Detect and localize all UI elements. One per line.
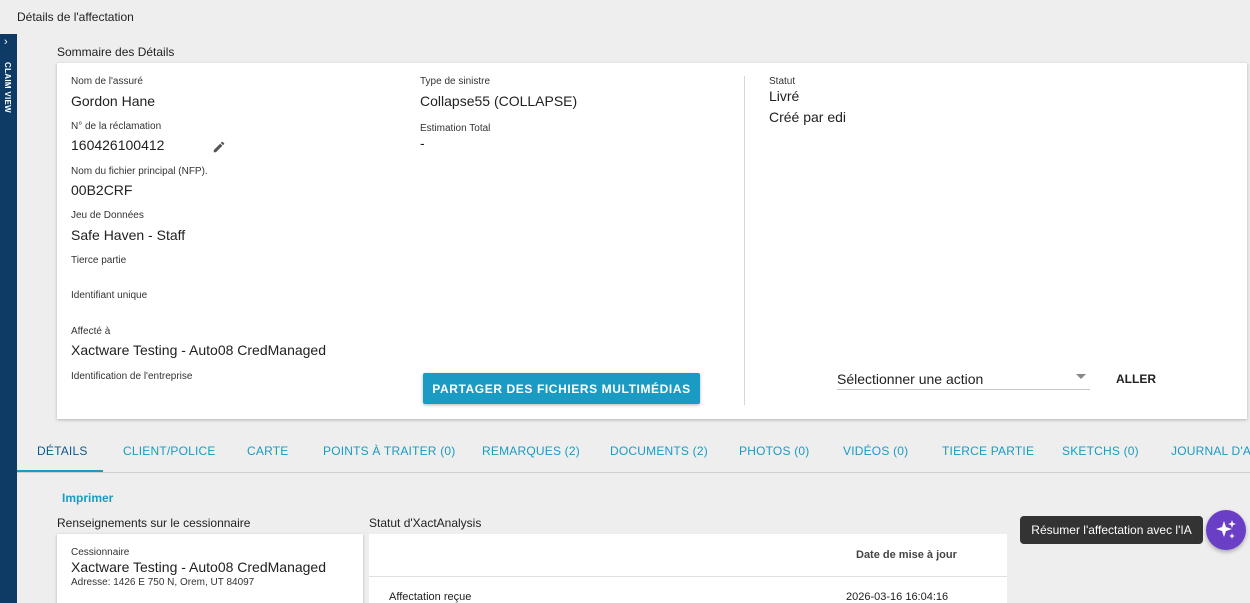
tab-activity-log[interactable]: JOURNAL D'AC [1171, 444, 1250, 458]
created-by-text: Créé par edi [769, 109, 847, 125]
assigned-to-label: Affecté à [71, 326, 111, 337]
summary-title: Sommaire des Détails [57, 45, 175, 59]
page-title: Détails de l'affectation [17, 10, 134, 24]
tab-map[interactable]: CARTE [247, 444, 288, 458]
xact-analysis-title: Statut d'XactAnalysis [369, 516, 482, 530]
assigned-to-value: Xactware Testing - Auto08 CredManaged [71, 342, 327, 358]
tab-details[interactable]: DÉTAILS [37, 444, 88, 458]
share-media-button[interactable]: PARTAGER DES FICHIERS MULTIMÉDIAS [423, 373, 700, 404]
third-party-label: Tierce partie [71, 255, 127, 266]
xact-analysis-table-header: Date de mise à jour [369, 534, 1007, 577]
tab-documents[interactable]: DOCUMENTS (2) [610, 444, 708, 458]
action-select-value: Sélectionner une action [837, 371, 984, 387]
row-date: 2026-03-16 16:04:16 [846, 591, 949, 603]
ai-summarize-button[interactable] [1206, 510, 1246, 550]
insured-name-label: Nom de l'assuré [71, 76, 143, 87]
claim-number-label: N° de la réclamation [71, 121, 162, 132]
tab-action-items[interactable]: POINTS À TRAITER (0) [323, 444, 455, 458]
company-id-label: Identification de l'entreprise [71, 371, 193, 382]
insured-name-value: Gordon Hane [71, 93, 156, 109]
estimate-total-value: - [420, 135, 425, 151]
claim-view-label: CLAIM VIEW [3, 62, 12, 113]
row-status: Affectation reçue [389, 591, 472, 603]
tab-third-party[interactable]: TIERCE PARTIE [942, 444, 1034, 458]
tab-videos[interactable]: VIDÉOS (0) [843, 444, 908, 458]
chevron-right-icon[interactable]: › [4, 36, 8, 48]
tab-notes[interactable]: REMARQUES (2) [482, 444, 580, 458]
action-select[interactable]: Sélectionner une action [837, 366, 1090, 390]
assignee-title: Renseignements sur le cessionnaire [57, 516, 251, 530]
claim-view-rail[interactable]: › CLAIM VIEW [0, 34, 17, 603]
column-divider [744, 76, 745, 405]
claim-number-value: 160426100412 [71, 137, 165, 153]
estimate-total-label: Estimation Total [420, 123, 491, 134]
active-tab-indicator [17, 470, 103, 472]
nfp-label: Nom du fichier principal (NFP). [71, 166, 208, 177]
ai-summary-tooltip: Résumer l'affectation avec l'IA [1020, 516, 1203, 544]
status-value: Livré [769, 88, 800, 104]
date-column-header: Date de mise à jour [856, 549, 957, 561]
loss-type-value: Collapse55 (COLLAPSE) [420, 93, 578, 109]
pencil-icon[interactable] [212, 140, 226, 154]
tab-sketches[interactable]: SKETCHS (0) [1062, 444, 1139, 458]
assignee-name: Xactware Testing - Auto08 CredManaged [71, 559, 327, 575]
tab-client-policy[interactable]: CLIENT/POLICE [123, 444, 216, 458]
table-row: Affectation reçue 2026-03-16 16:04:16 [369, 577, 1007, 603]
dropdown-arrow-icon [1076, 374, 1086, 379]
nfp-value: 00B2CRF [71, 182, 133, 198]
unique-id-label: Identifiant unique [71, 290, 148, 301]
tab-bar: DÉTAILS CLIENT/POLICE CARTE POINTS À TRA… [17, 434, 1250, 473]
assignee-address: Adresse: 1426 E 750 N, Orem, UT 84097 [71, 577, 255, 588]
go-button[interactable]: ALLER [1112, 369, 1160, 389]
dataset-value: Safe Haven - Staff [71, 227, 186, 243]
status-label: Statut [769, 76, 796, 87]
dataset-label: Jeu de Données [71, 210, 144, 221]
tab-photos[interactable]: PHOTOS (0) [739, 444, 809, 458]
loss-type-label: Type de sinistre [420, 76, 491, 87]
assignee-label: Cessionnaire [71, 547, 130, 558]
sparkle-icon [1216, 520, 1236, 539]
print-link[interactable]: Imprimer [62, 491, 113, 505]
